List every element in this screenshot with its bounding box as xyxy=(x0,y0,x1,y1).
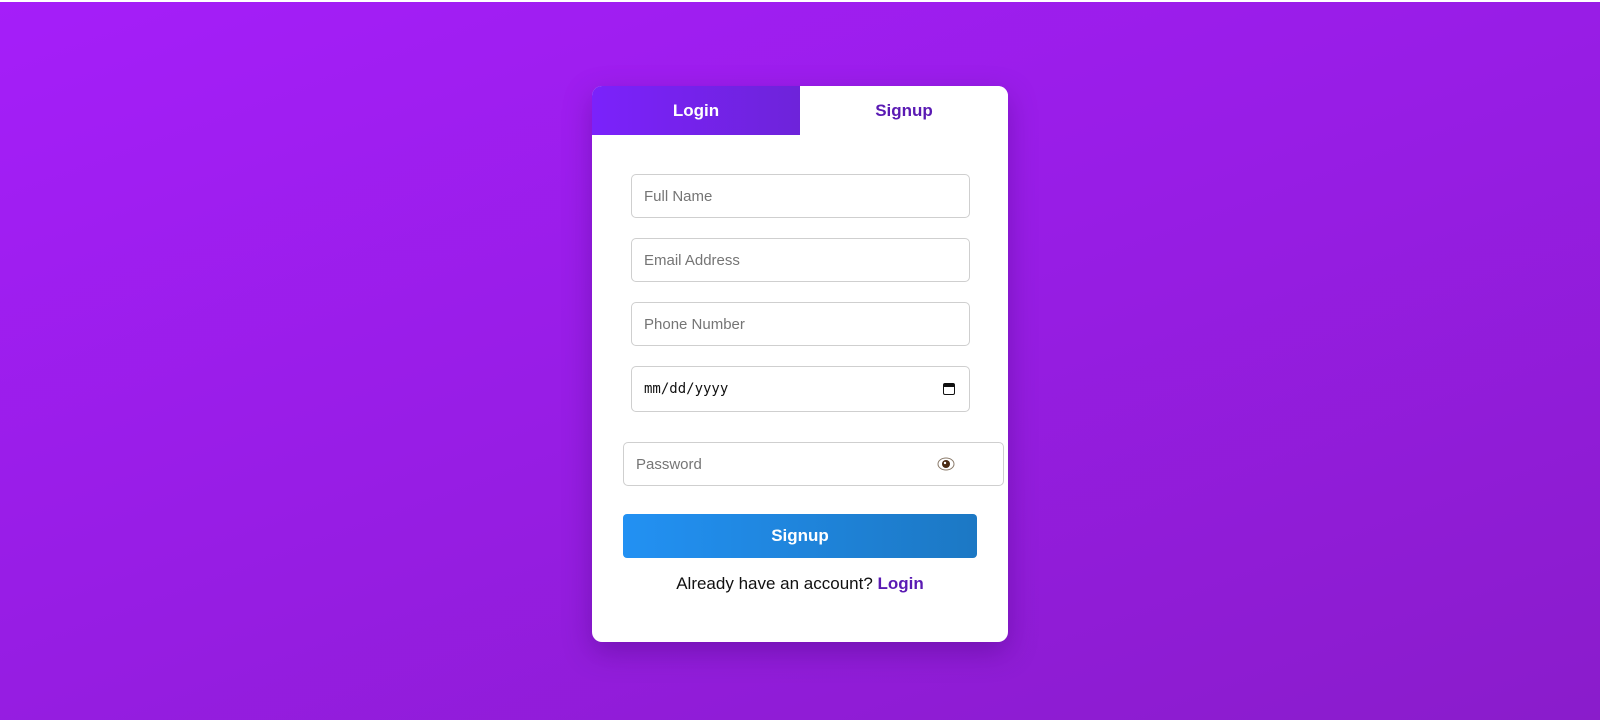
login-prompt: Already have an account? Login xyxy=(592,574,1008,594)
phone-input[interactable]: Phone Number xyxy=(631,302,970,346)
phone-placeholder: Phone Number xyxy=(644,315,745,333)
calendar-icon[interactable] xyxy=(943,383,955,395)
date-placeholder: mm/dd/yyyy xyxy=(644,381,729,397)
date-of-birth-input[interactable]: mm/dd/yyyy xyxy=(631,366,970,412)
password-input[interactable]: Password xyxy=(623,442,1004,486)
email-input[interactable]: Email Address xyxy=(631,238,970,282)
eye-icon[interactable] xyxy=(937,455,955,473)
login-prompt-text: Already have an account? xyxy=(676,574,873,593)
tab-login[interactable]: Login xyxy=(592,86,800,135)
full-name-input[interactable]: Full Name xyxy=(631,174,970,218)
signup-button[interactable]: Signup xyxy=(623,514,977,558)
full-name-placeholder: Full Name xyxy=(644,187,713,205)
auth-card: Login Signup Full Name Email Address Pho… xyxy=(592,86,1008,642)
login-link[interactable]: Login xyxy=(878,574,924,593)
auth-tabs: Login Signup xyxy=(592,86,1008,135)
tab-signup[interactable]: Signup xyxy=(800,86,1008,135)
password-placeholder: Password xyxy=(636,455,702,473)
email-placeholder: Email Address xyxy=(644,251,740,269)
